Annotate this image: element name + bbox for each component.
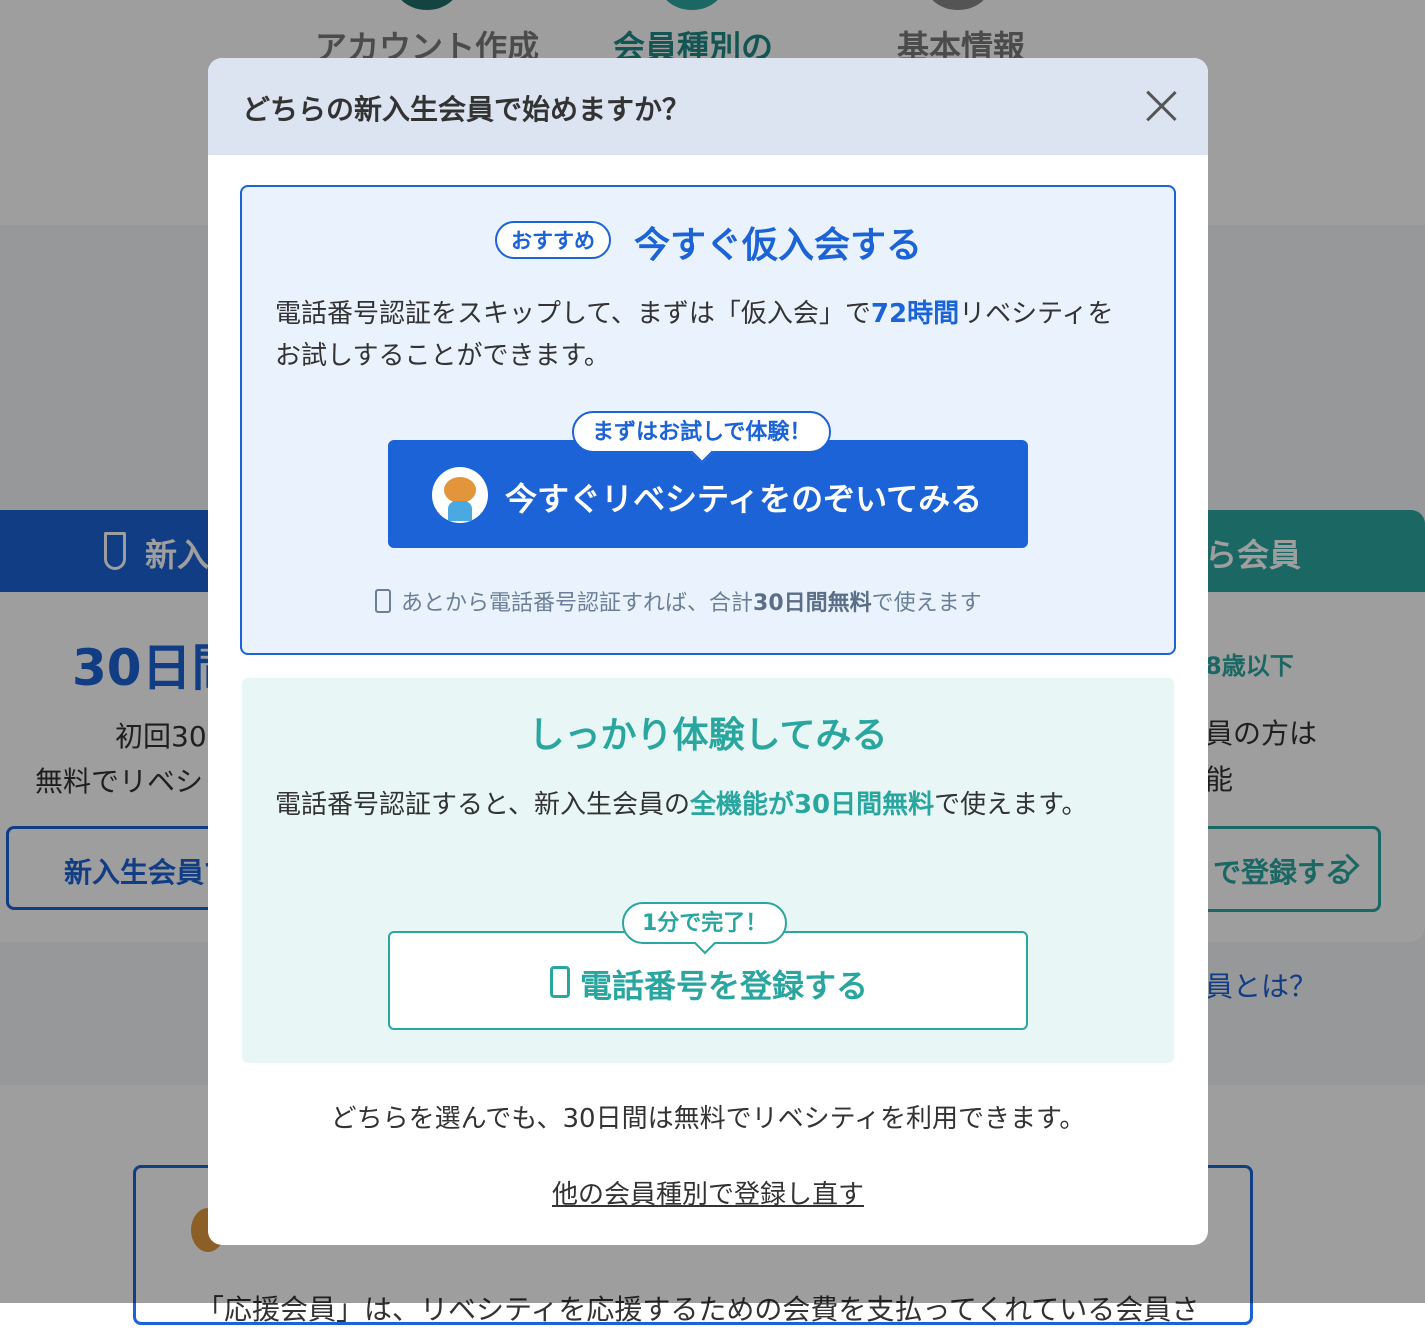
button-label: 今すぐリベシティをのぞいてみる — [505, 480, 983, 518]
description-highlight: 全機能が30日間無料 — [689, 790, 935, 820]
one-minute-speech-bubble: 1分で完了！ — [622, 902, 788, 944]
quick-join-option: おすすめ 今すぐ仮入会する 電話番号認証をスキップして、まずは「仮入会」で72時… — [240, 185, 1176, 655]
full-trial-title: しっかり体験してみる — [528, 715, 888, 756]
smartphone-icon — [375, 589, 391, 613]
full-trial-option: しっかり体験してみる 電話番号認証すると、新入生会員の全機能が30日間無料で使え… — [242, 678, 1174, 1063]
re-register-link[interactable]: 他の会員種別で登録し直す — [208, 1174, 1208, 1211]
quick-join-title: 今すぐ仮入会する — [634, 225, 923, 266]
full-trial-description: 電話番号認証すると、新入生会員の全機能が30日間無料で使えます。 — [275, 784, 1135, 826]
description-text: で使えます。 — [934, 790, 1088, 820]
note-highlight: 30日間無料 — [753, 591, 872, 616]
button-label: 電話番号を登録する — [580, 967, 869, 1005]
description-text: 電話番号認証をスキップして、まずは「仮入会」で — [275, 299, 871, 329]
mascot-icon — [432, 467, 488, 523]
quick-join-note: あとから電話番号認証すれば、合計30日間無料で使えます — [375, 585, 982, 617]
close-icon[interactable] — [1143, 88, 1179, 124]
footer-note: どちらを選んでも、30日間は無料でリベシティを利用できます。 — [330, 1104, 1086, 1134]
quick-join-description: 電話番号認証をスキップして、まずは「仮入会」で72時間リベシティをお試しすること… — [275, 293, 1135, 377]
trial-speech-bubble: まずはお試しで体験！ — [572, 411, 832, 453]
note-text: で使えます — [871, 591, 982, 616]
member-type-modal: どちらの新入生会員で始めますか？ おすすめ 今すぐ仮入会する 電話番号認証をスキ… — [208, 58, 1208, 1245]
description-text: 電話番号認証すると、新入生会員の — [275, 790, 690, 820]
modal-header: どちらの新入生会員で始めますか？ — [208, 58, 1208, 155]
recommended-badge: おすすめ — [495, 221, 611, 259]
smartphone-icon — [550, 966, 570, 998]
modal-title: どちらの新入生会員で始めますか？ — [242, 93, 691, 126]
note-text: あとから電話番号認証すれば、合計 — [401, 591, 754, 616]
description-highlight: 72時間 — [870, 299, 960, 329]
